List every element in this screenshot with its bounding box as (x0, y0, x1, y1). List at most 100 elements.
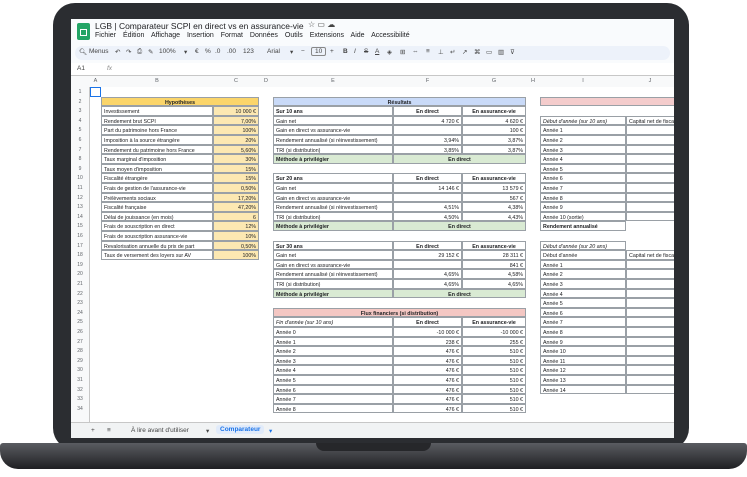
right-year-10[interactable]: Année 10 (sortie) (540, 211, 626, 222)
method-choice[interactable]: En direct (393, 221, 526, 231)
row-header[interactable]: 9 (71, 166, 89, 172)
row-header[interactable]: 33 (71, 396, 89, 402)
right-year-10[interactable]: Année 1 (540, 125, 626, 135)
flux-year[interactable]: Année 7 (273, 394, 393, 404)
hypothesis-label[interactable]: Rendement brut SCPI (101, 115, 213, 126)
row-header[interactable]: 34 (71, 406, 89, 412)
result-direct[interactable]: 4,65% (393, 279, 462, 289)
column-header[interactable]: H (526, 78, 540, 84)
text-color-icon[interactable]: A (375, 48, 379, 55)
font-size-input[interactable]: 10 (311, 47, 327, 56)
block-title[interactable]: Sur 30 ans (273, 240, 393, 251)
italic-icon[interactable]: I (354, 48, 356, 55)
font-size-decrease[interactable]: − (301, 48, 305, 55)
hypothesis-label[interactable]: Investissement (101, 106, 213, 116)
chart-icon[interactable]: ▥ (498, 48, 504, 56)
hypothesis-label[interactable]: Fiscalité étrangère (101, 173, 213, 183)
menu-fichier[interactable]: Fichier (95, 32, 116, 39)
result-label[interactable]: TRI (si distribution) (273, 144, 393, 155)
hypothesis-value[interactable]: 0,50% (213, 183, 259, 193)
column-header[interactable]: F (393, 78, 462, 84)
right-year-10[interactable]: Année 3 (540, 144, 626, 155)
hypothesis-value[interactable]: 6 (213, 211, 259, 222)
flux-av[interactable]: 510 € (462, 394, 526, 404)
result-direct[interactable]: 14 146 € (393, 183, 462, 193)
row-header[interactable]: 8 (71, 156, 89, 162)
result-av[interactable]: 100 € (462, 125, 526, 135)
right-capital-20[interactable]: Capital net de fiscalit (626, 250, 674, 260)
right-year-10[interactable]: Année 9 (540, 202, 626, 212)
flux-direct[interactable]: 476 € (393, 346, 462, 356)
row-header[interactable]: 11 (71, 185, 89, 191)
row-header[interactable]: 26 (71, 329, 89, 335)
right-value-10[interactable] (626, 211, 674, 222)
name-box[interactable]: A1 (77, 65, 85, 72)
decrease-decimals-button[interactable]: .0 (215, 48, 220, 55)
menu-outils[interactable]: Outils (285, 32, 303, 39)
comment-icon[interactable]: ▭ (486, 48, 492, 56)
right-capital-10[interactable]: Capital net de fiscalit (626, 115, 674, 126)
hypothesis-value[interactable]: 30% (213, 154, 259, 164)
redo-icon[interactable]: ↷ (126, 48, 131, 56)
column-header[interactable]: G (462, 78, 526, 84)
hypothesis-label[interactable]: Part du patrimoine hors France (101, 125, 213, 135)
right-year-20[interactable]: Année 8 (540, 327, 626, 337)
row-header[interactable]: 17 (71, 243, 89, 249)
result-av[interactable]: 4,65% (462, 279, 526, 289)
column-header[interactable]: C (213, 78, 259, 84)
menu-donnees[interactable]: Données (250, 32, 278, 39)
col-av-header[interactable]: En assurance-vie (462, 240, 526, 251)
folder-icon[interactable]: ▭ (317, 20, 325, 29)
right-value-20[interactable] (626, 346, 674, 356)
row-header[interactable]: 20 (71, 271, 89, 277)
row-header[interactable]: 16 (71, 233, 89, 239)
zoom-select[interactable]: 100% (159, 48, 176, 55)
result-av[interactable]: 3,87% (462, 144, 526, 155)
hypothesis-label[interactable]: Imposition à la source étrangère (101, 135, 213, 145)
right-year-10[interactable]: Année 4 (540, 154, 626, 164)
right-year-20[interactable]: Année 1 (540, 259, 626, 270)
result-label[interactable]: Rendement annualisé (si réinvestissement… (273, 202, 393, 212)
menu-edition[interactable]: Édition (123, 32, 144, 39)
right-head-10[interactable]: Début d'année (sur 10 ans) (540, 115, 626, 126)
flux-av[interactable]: 510 € (462, 365, 526, 375)
number-format-button[interactable]: 123 (243, 48, 254, 55)
row-header[interactable]: 24 (71, 310, 89, 316)
star-icon[interactable]: ☆ (308, 20, 315, 29)
row-header[interactable]: 23 (71, 300, 89, 306)
result-av[interactable]: 28 311 € (462, 250, 526, 260)
col-av-header[interactable]: En assurance-vie (462, 173, 526, 183)
right-table-header[interactable] (540, 96, 674, 107)
right-value-20[interactable] (626, 327, 674, 337)
tab-comparateur[interactable]: Comparateur (216, 425, 265, 434)
result-direct[interactable]: 29 152 € (393, 250, 462, 260)
result-direct[interactable] (393, 259, 462, 270)
menu-format[interactable]: Format (221, 32, 243, 39)
col-av-header[interactable]: En assurance-vie (462, 106, 526, 116)
flux-year[interactable]: Année 5 (273, 375, 393, 385)
menus-button[interactable]: Menus (89, 48, 109, 55)
hypothesis-label[interactable]: Taux moyen d'imposition (101, 163, 213, 174)
bold-icon[interactable]: B (343, 48, 348, 55)
valign-icon[interactable]: ⊥ (438, 48, 444, 56)
flux-direct[interactable]: 476 € (393, 365, 462, 375)
result-av[interactable]: 3,87% (462, 135, 526, 145)
column-header[interactable]: I (540, 78, 626, 84)
menu-extensions[interactable]: Extensions (310, 32, 344, 39)
flux-year[interactable]: Année 1 (273, 336, 393, 347)
strikethrough-icon[interactable]: S (364, 48, 368, 55)
cloud-icon[interactable]: ☁ (327, 20, 335, 29)
result-direct[interactable]: 4,65% (393, 269, 462, 279)
selected-cell-a1[interactable] (90, 87, 101, 97)
result-av[interactable]: 4 620 € (462, 115, 526, 126)
result-av[interactable]: 4,43% (462, 211, 526, 222)
row-header[interactable]: 28 (71, 348, 89, 354)
right-year-20[interactable]: Année 14 (540, 384, 626, 395)
borders-icon[interactable]: ⊞ (400, 48, 405, 56)
right-value-20[interactable] (626, 279, 674, 289)
paint-format-icon[interactable]: ✎ (148, 48, 153, 56)
right-value-10[interactable] (626, 144, 674, 155)
right-year-20[interactable]: Année 6 (540, 307, 626, 318)
hypothesis-label[interactable]: Prélèvements sociaux (101, 192, 213, 203)
row-header[interactable]: 25 (71, 319, 89, 325)
